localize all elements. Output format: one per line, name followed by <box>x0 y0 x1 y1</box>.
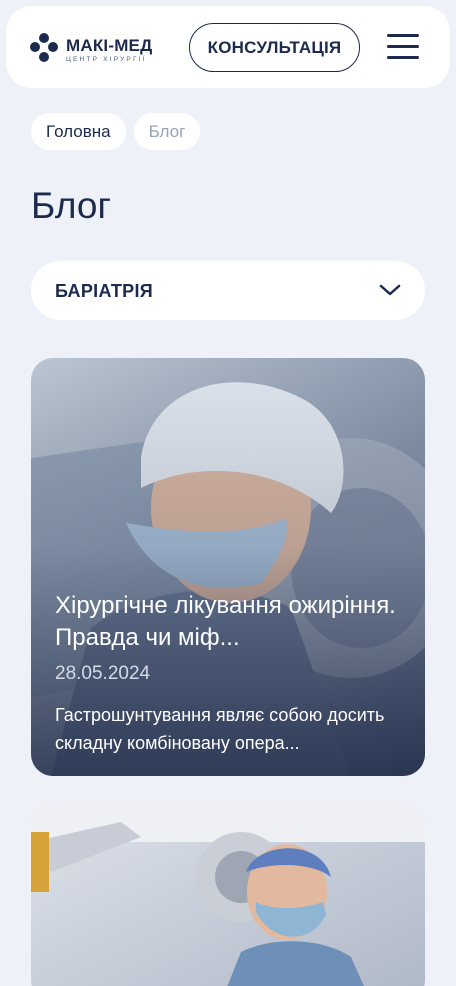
post-image <box>31 802 425 986</box>
logo-subtitle: ЦЕНТР ХІРУРГІЇ <box>66 56 147 63</box>
site-header: МАКІ-МЕД ЦЕНТР ХІРУРГІЇ КОНСУЛЬТАЦІЯ <box>6 6 450 88</box>
post-excerpt: Гастрошунтування являє собою досить скла… <box>55 705 385 753</box>
post-date: 28.05.2024 <box>55 663 151 684</box>
breadcrumb-current: Блог <box>133 113 201 150</box>
category-select-value: БАРІАТРІЯ <box>55 281 153 301</box>
breadcrumb-home-link[interactable]: Головна <box>31 113 126 150</box>
breadcrumb: Головна Блог <box>31 113 201 150</box>
logo[interactable]: МАКІ-МЕД ЦЕНТР ХІРУРГІЇ <box>30 32 160 72</box>
logo-mark-icon <box>30 33 58 62</box>
logo-text: МАКІ-МЕД <box>66 36 153 55</box>
post-title[interactable]: Хірургічне лікування ожиріння. Правда чи… <box>55 590 405 654</box>
page-title: Блог <box>31 185 111 226</box>
consultation-button[interactable]: КОНСУЛЬТАЦІЯ <box>189 23 360 72</box>
category-select[interactable]: БАРІАТРІЯ <box>31 261 425 320</box>
hamburger-icon[interactable] <box>387 34 419 60</box>
blog-post-card[interactable]: Хірургічне лікування ожиріння. Правда чи… <box>31 358 425 776</box>
chevron-down-icon <box>379 284 401 296</box>
blog-post-card[interactable] <box>31 802 425 986</box>
